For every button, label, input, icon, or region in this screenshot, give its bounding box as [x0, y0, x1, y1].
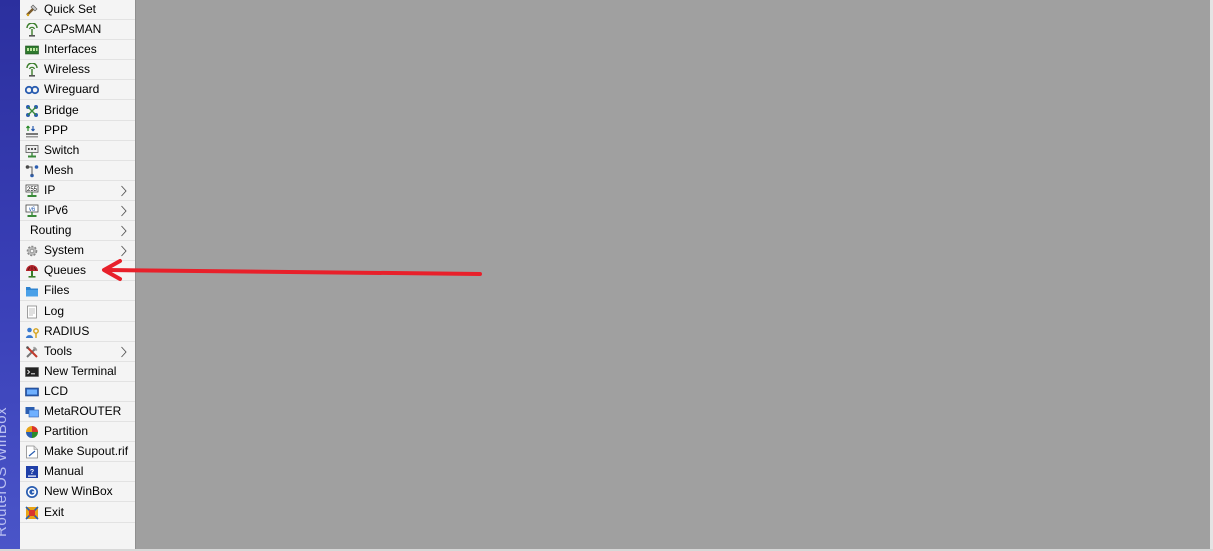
menu-item-mesh[interactable]: Mesh [20, 161, 135, 181]
metarouter-icon [25, 405, 39, 419]
menu-item-switch[interactable]: Switch [20, 141, 135, 161]
menu-item-ip[interactable]: 255 IP [20, 181, 135, 201]
menu-item-label: System [44, 243, 85, 258]
workspace-area [136, 0, 1210, 549]
brand-strip: RouterOS WinBox [0, 0, 20, 549]
mesh-icon [25, 164, 39, 178]
menu-item-label: Wireguard [44, 82, 100, 97]
ip-icon: 255 [25, 184, 39, 198]
menu-item-label: New WinBox [44, 484, 113, 499]
menu-item-label: Queues [44, 263, 87, 278]
menu-item-label: Partition [44, 424, 89, 439]
wireless-antenna-icon [25, 62, 39, 77]
new-winbox-icon [25, 485, 39, 499]
menu-item-new-winbox[interactable]: New WinBox [20, 482, 135, 503]
menu-item-quick-set[interactable]: Quick Set [20, 0, 135, 20]
svg-text:?: ? [30, 469, 34, 476]
menu-item-system[interactable]: System [20, 241, 135, 262]
menu-item-label: IP [44, 182, 56, 197]
supout-icon [25, 445, 39, 459]
switch-icon [25, 144, 39, 158]
tools-icon [25, 345, 39, 359]
exit-icon [25, 505, 39, 520]
menu-item-label: Interfaces [44, 42, 97, 57]
menu-item-wireless[interactable]: Wireless [20, 60, 135, 81]
menu-item-label: New Terminal [44, 363, 117, 378]
submenu-arrow-icon [121, 224, 127, 237]
main-menu: Quick Set CAPsMAN Interfaces Wireless Wiregu… [20, 0, 136, 549]
lcd-icon [25, 385, 39, 399]
ppp-icon [25, 124, 39, 138]
menu-item-label: MetaROUTER [44, 404, 122, 418]
menu-item-label: Switch [44, 142, 80, 157]
terminal-icon [25, 365, 39, 379]
menu-item-files[interactable]: Files [20, 281, 135, 302]
menu-item-metarouter[interactable]: MetaROUTER [20, 402, 135, 422]
radius-icon [25, 325, 39, 339]
menu-item-bridge[interactable]: Bridge [20, 101, 135, 121]
menu-item-tools[interactable]: Tools [20, 342, 135, 362]
menu-item-label: Wireless [44, 62, 91, 77]
menu-item-label: Files [44, 283, 70, 298]
partition-icon [25, 425, 39, 439]
log-icon [25, 305, 39, 319]
menu-item-label: Manual [44, 464, 84, 479]
winbox-window: RouterOS WinBox Quick Set CAPsMAN Interfac… [0, 0, 1213, 551]
menu-item-ppp[interactable]: PPP [20, 121, 135, 141]
menu-item-radius[interactable]: RADIUS [20, 322, 135, 342]
menu-item-label: PPP [44, 122, 69, 137]
menu-item-interfaces[interactable]: Interfaces [20, 40, 135, 61]
bridge-icon [25, 104, 39, 118]
menu-item-manual[interactable]: ? Manual [20, 462, 135, 483]
menu-item-label: Quick Set [44, 2, 97, 16]
submenu-arrow-icon [121, 345, 127, 357]
menu-item-label: Make Supout.rif [44, 444, 129, 459]
brand-text-container: RouterOS WinBox [0, 337, 19, 537]
menu-item-label: RADIUS [44, 323, 90, 338]
manual-icon: ? [25, 465, 39, 479]
queues-icon [25, 264, 39, 278]
menu-item-label: Bridge [44, 102, 79, 117]
menu-item-new-terminal[interactable]: New Terminal [20, 362, 135, 382]
menu-item-capsman[interactable]: CAPsMAN [20, 20, 135, 41]
brand-text: RouterOS WinBox [0, 406, 10, 537]
menu-item-label: Log [44, 303, 65, 318]
menu-item-label: Exit [44, 504, 65, 519]
menu-item-label: Mesh [44, 162, 74, 177]
menu-item-log[interactable]: Log [20, 302, 135, 322]
menu-item-label: Tools [44, 343, 73, 358]
interfaces-icon [25, 43, 39, 57]
menu-item-exit[interactable]: Exit [20, 503, 135, 523]
menu-item-label: IPv6 [44, 203, 69, 217]
menu-item-routing[interactable]: Routing [20, 221, 135, 242]
menu-item-lcd[interactable]: LCD [20, 382, 135, 402]
system-gear-icon [25, 244, 39, 258]
submenu-arrow-icon [121, 244, 127, 257]
menu-item-make-supout-rif[interactable]: Make Supout.rif [20, 442, 135, 463]
ipv6-icon: v6 [25, 204, 39, 218]
menu-item-ipv6[interactable]: v6 IPv6 [20, 201, 135, 221]
menu-item-wireguard[interactable]: Wireguard [20, 80, 135, 101]
submenu-arrow-icon [121, 184, 127, 197]
menu-item-label: LCD [44, 383, 69, 398]
menu-item-partition[interactable]: Partition [20, 422, 135, 443]
menu-item-label: CAPsMAN [44, 22, 102, 37]
submenu-arrow-icon [121, 204, 127, 217]
quick-set-icon [25, 3, 39, 17]
files-folder-icon [25, 284, 39, 298]
menu-item-queues[interactable]: Queues [20, 261, 135, 282]
capsman-antenna-icon [25, 22, 39, 37]
wireguard-icon [24, 83, 40, 97]
menu-item-label: Routing [30, 223, 72, 238]
